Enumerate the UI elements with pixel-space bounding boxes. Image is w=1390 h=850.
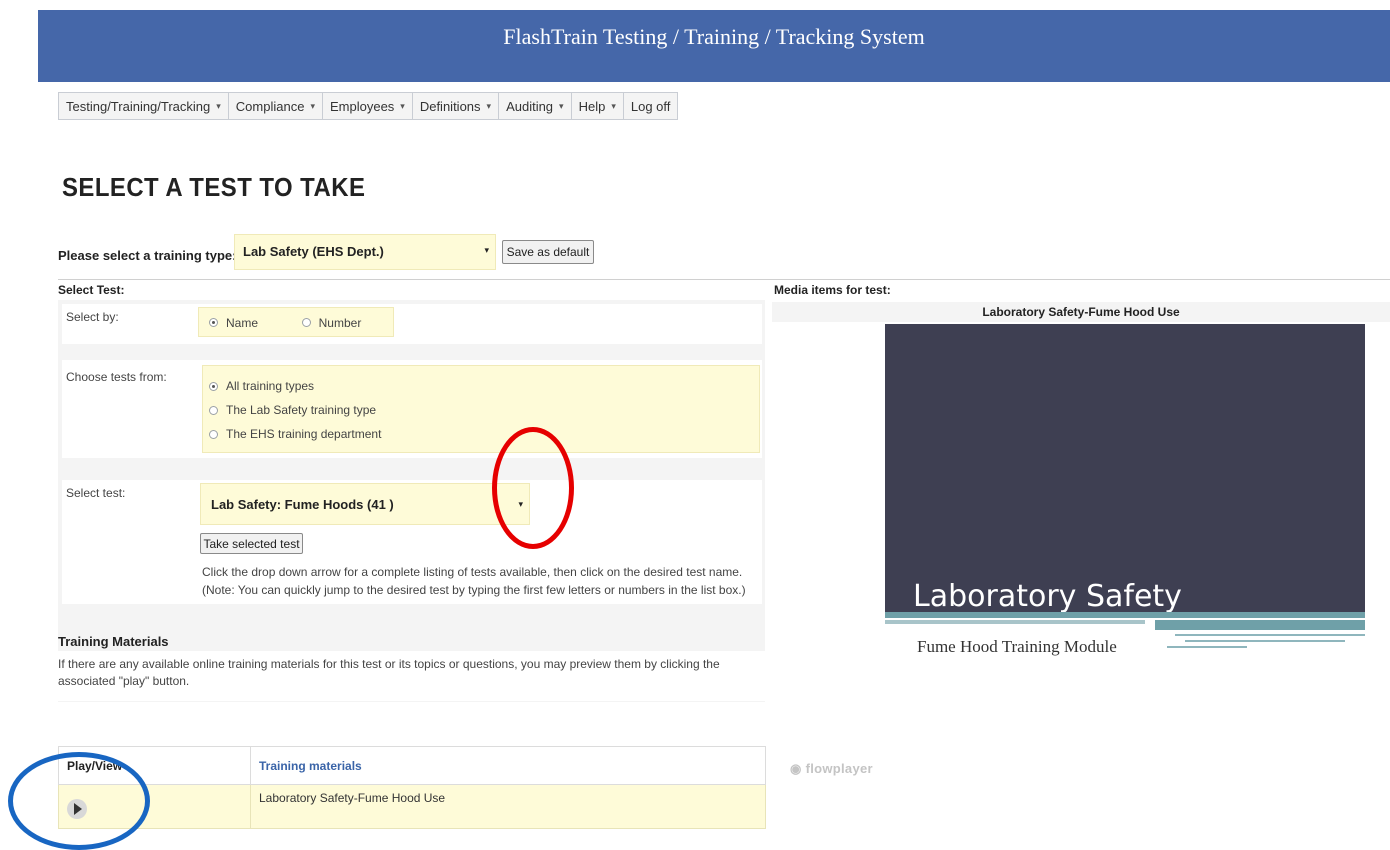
media-item-title: Laboratory Safety-Fume Hood Use	[982, 305, 1180, 319]
flowplayer-brand: flowplayer	[805, 761, 873, 776]
material-name-cell[interactable]: Laboratory Safety-Fume Hood Use	[250, 784, 766, 829]
training-materials-table: Play/View Training materials Laboratory …	[58, 746, 766, 829]
choose-from-label: Choose tests from:	[66, 370, 167, 384]
radio-dot	[209, 381, 218, 391]
option-label: The EHS training department	[226, 427, 382, 441]
app-header-banner: FlashTrain Testing / Training / Tracking…	[38, 10, 1390, 82]
table-row: Laboratory Safety-Fume Hood Use	[58, 784, 766, 829]
option-label: Number	[318, 315, 362, 330]
select-test-heading: Select Test:	[58, 283, 125, 297]
help-text-line-2: (Note: You can quickly jump to the desir…	[202, 583, 746, 597]
menu-help[interactable]: Help ▾	[572, 93, 624, 119]
radio-ehs-department[interactable]: The EHS training department	[209, 422, 753, 446]
menu-label: Auditing	[506, 98, 554, 114]
menu-label: Log off	[630, 98, 671, 114]
training-type-select[interactable]: Lab Safety (EHS Dept.) ▾	[234, 234, 496, 270]
radio-select-by-name[interactable]: Name	[209, 316, 258, 330]
choose-from-group: All training types The Lab Safety traini…	[202, 365, 760, 453]
radio-lab-safety-type[interactable]: The Lab Safety training type	[209, 398, 753, 422]
menu-label: Testing/Training/Tracking	[66, 98, 211, 114]
annotation-red-circle	[492, 427, 574, 549]
chevron-down-icon: ▾	[484, 245, 489, 255]
menu-testing[interactable]: Testing/Training/Tracking ▾	[59, 93, 229, 119]
menu-label: Employees	[329, 98, 395, 114]
option-label: The Lab Safety training type	[226, 403, 377, 417]
flowplayer-logo: ◉ flowplayer	[790, 761, 873, 777]
radio-dot	[209, 405, 218, 415]
slide-background	[885, 324, 1365, 614]
take-selected-test-button[interactable]: Take selected test	[200, 533, 303, 554]
training-materials-heading: Training Materials	[58, 634, 169, 649]
help-text-line-1: Click the drop down arrow for a complete…	[202, 565, 743, 579]
select-test-value: Lab Safety: Fume Hoods (41 )	[211, 497, 394, 512]
select-by-group: Name Number	[198, 307, 394, 337]
chevron-down-icon: ▾	[486, 100, 492, 111]
option-label: All training types	[226, 379, 315, 393]
column-header-training-materials: Training materials	[250, 746, 766, 785]
select-by-label: Select by:	[66, 310, 119, 324]
select-by-row	[62, 304, 762, 344]
chevron-down-icon: ▾	[400, 100, 405, 111]
menu-definitions[interactable]: Definitions ▾	[413, 93, 500, 119]
main-menu: Testing/Training/Tracking ▾ Compliance ▾ E…	[58, 92, 679, 120]
radio-dot	[209, 429, 218, 439]
radio-all-training-types[interactable]: All training types	[209, 374, 753, 398]
menu-auditing[interactable]: Auditing ▾	[499, 93, 572, 119]
media-player[interactable]: Laboratory Safety Fume Hood Training Mod…	[885, 324, 1365, 664]
page-title: SELECT A TEST TO TAKE	[62, 172, 366, 202]
chevron-down-icon: ▾	[611, 100, 616, 111]
divider	[58, 279, 1390, 280]
menu-log-off[interactable]: Log off	[624, 93, 678, 119]
chevron-down-icon: ▾	[559, 100, 564, 111]
slide-title: Laboratory Safety	[913, 579, 1182, 614]
table-header-row: Play/View Training materials	[58, 746, 766, 785]
save-as-default-button[interactable]: Save as default	[502, 240, 594, 264]
slide-subtitle: Fume Hood Training Module	[917, 637, 1117, 656]
annotation-blue-circle	[8, 752, 150, 850]
radio-select-by-number[interactable]: Number	[301, 315, 362, 330]
app-title: FlashTrain Testing / Training / Tracking…	[503, 24, 925, 49]
radio-dot	[209, 318, 218, 327]
menu-employees[interactable]: Employees ▾	[323, 93, 413, 119]
menu-label: Help	[578, 98, 606, 114]
media-heading: Media items for test:	[774, 283, 891, 297]
select-test-label: Select test:	[66, 486, 126, 500]
menu-label: Definitions	[419, 98, 481, 114]
chevron-down-icon: ▾	[216, 100, 221, 111]
training-type-value: Lab Safety (EHS Dept.)	[243, 244, 384, 259]
option-label: Name	[226, 315, 259, 330]
menu-compliance[interactable]: Compliance ▾	[229, 93, 323, 119]
menu-label: Compliance	[235, 98, 305, 114]
chevron-down-icon: ▾	[310, 100, 315, 111]
radio-dot	[301, 318, 311, 327]
play-circle-icon: ◉	[790, 761, 802, 776]
select-test-dropdown[interactable]: Lab Safety: Fume Hoods (41 ) ▾	[200, 483, 530, 525]
training-materials-description: If there are any available online traini…	[58, 657, 720, 688]
training-type-label: Please select a training type:	[58, 248, 237, 263]
